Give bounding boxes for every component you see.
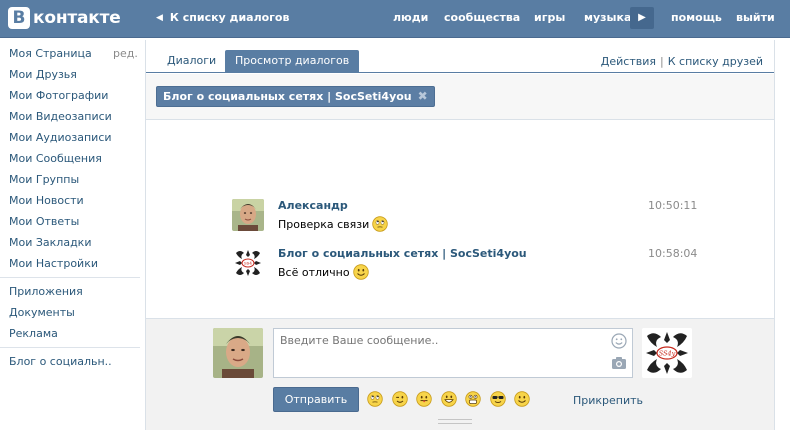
nav-people[interactable]: люди <box>393 11 428 24</box>
logo-letter: В <box>8 7 30 29</box>
close-icon[interactable]: ✖ <box>418 87 428 106</box>
man-avatar-icon[interactable] <box>232 199 264 231</box>
camera-icon[interactable] <box>611 356 627 370</box>
message-text-content: Всё отлично <box>278 265 350 279</box>
quick-emoji-row <box>367 391 539 407</box>
message-time: 10:50:11 <box>648 199 698 212</box>
nav-help[interactable]: помощь <box>671 11 722 24</box>
sidebar-item-messages[interactable]: Мои Сообщения <box>9 152 102 165</box>
friends-list-link[interactable]: К списку друзей <box>668 55 763 68</box>
back-arrow-icon: ◀ <box>156 12 163 23</box>
sidebar-item-blog[interactable]: Блог о социальн.. <box>9 355 112 368</box>
filter-bar: Блог о социальных сетях | SocSeti4you ✖ <box>146 74 774 120</box>
message-history[interactable]: Александр Проверка связи 10:50:11 SS4 Бл… <box>146 122 774 318</box>
scared-icon[interactable] <box>465 391 481 407</box>
logo-text: контакте <box>33 8 121 28</box>
rolling-eyes-smiley-icon <box>372 216 388 232</box>
sidebar-item-settings[interactable]: Мои Настройки <box>9 257 98 270</box>
emoji-picker-icon[interactable] <box>611 333 627 349</box>
play-icon[interactable]: ▶ <box>630 7 654 29</box>
message-time: 10:58:04 <box>648 247 698 260</box>
chip-label: Блог о социальных сетях | SocSeti4you <box>163 90 412 103</box>
nav-music[interactable]: музыка <box>584 11 631 24</box>
sidebar-item-answers[interactable]: Мои Ответы <box>9 215 79 228</box>
send-button[interactable]: Отправить <box>273 387 359 412</box>
sidebar-divider <box>0 347 140 348</box>
compose-area: SS4y Отправить <box>146 318 774 430</box>
nav-communities[interactable]: сообщества <box>444 11 520 24</box>
smile-icon[interactable] <box>514 391 530 407</box>
ornament-logo-avatar[interactable]: SS4y <box>642 328 692 378</box>
top-header: В контакте ◀ К списку диалогов люди сооб… <box>0 0 790 38</box>
sidebar-item-photos[interactable]: Мои Фотографии <box>9 89 108 102</box>
actions-link[interactable]: Действия <box>601 55 656 68</box>
svg-text:SS4y: SS4y <box>659 350 676 358</box>
sidebar-edit-link[interactable]: ред. <box>113 47 138 60</box>
message-text-content: Проверка связи <box>278 217 370 231</box>
dialog-panel: Диалоги Просмотр диалогов Действия | К спи… <box>145 40 775 430</box>
grin-icon[interactable] <box>440 391 457 407</box>
sidebar-item-apps[interactable]: Приложения <box>9 285 83 298</box>
sidebar-item-friends[interactable]: Мои Друзья <box>9 68 77 81</box>
dialog-filter-chip: Блог о социальных сетях | SocSeti4you ✖ <box>156 86 435 107</box>
vk-logo[interactable]: В контакте <box>8 7 121 29</box>
sidebar-item-documents[interactable]: Документы <box>9 306 75 319</box>
message-input[interactable] <box>273 328 633 378</box>
message-text: Всё отлично <box>278 264 369 280</box>
smiley-icon <box>352 264 369 280</box>
tab-dialogs[interactable]: Диалоги <box>157 50 226 73</box>
message-author[interactable]: Александр <box>278 199 348 212</box>
back-to-dialogs-link[interactable]: ◀ К списку диалогов <box>156 11 289 24</box>
tab-view-dialogs[interactable]: Просмотр диалогов <box>225 50 360 73</box>
nav-logout[interactable]: выйти <box>736 11 775 24</box>
sidebar-item-audio[interactable]: Мои Аудиозаписи <box>9 131 112 144</box>
rolling-eyes-icon[interactable] <box>367 391 383 407</box>
back-to-dialogs-label: К списку диалогов <box>169 11 290 24</box>
nav-games[interactable]: игры <box>534 11 565 24</box>
wink-icon[interactable] <box>391 391 408 407</box>
tabs-bar: Диалоги Просмотр диалогов Действия | К спи… <box>146 40 774 73</box>
attach-link[interactable]: Прикрепить <box>573 394 643 407</box>
tongue-icon[interactable] <box>416 391 432 407</box>
svg-text:SS4: SS4 <box>244 261 252 266</box>
tabs-right-links: Действия | К списку друзей <box>601 55 763 68</box>
sidebar-divider <box>0 277 140 278</box>
sidebar-item-bookmarks[interactable]: Мои Закладки <box>9 236 91 249</box>
my-avatar[interactable] <box>213 328 263 378</box>
sidebar-item-news[interactable]: Мои Новости <box>9 194 84 207</box>
sidebar-item-videos[interactable]: Мои Видеозаписи <box>9 110 112 123</box>
sidebar-item-my-page[interactable]: Моя Страница <box>9 47 92 60</box>
resize-grip[interactable] <box>438 419 472 424</box>
sidebar-item-ads[interactable]: Реклама <box>9 327 58 340</box>
sunglasses-icon[interactable] <box>489 391 506 407</box>
message-text: Проверка связи <box>278 216 388 232</box>
message-author[interactable]: Блог о социальных сетях | SocSeti4you <box>278 247 527 260</box>
links-separator: | <box>660 55 664 68</box>
sidebar-item-groups[interactable]: Мои Группы <box>9 173 79 186</box>
ornament-logo-icon[interactable]: SS4 <box>232 247 264 279</box>
